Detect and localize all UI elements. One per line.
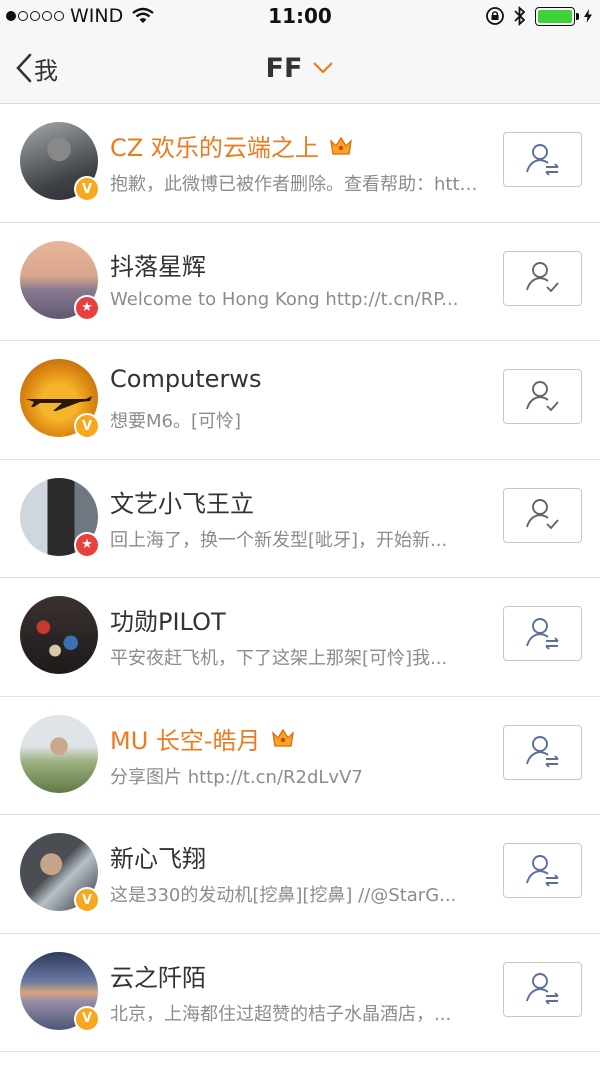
list-item[interactable]: MU 长空-皓月 分享图片 http://t.cn/R2dLvV7 [0,697,600,815]
following-button[interactable] [503,250,582,306]
list-item[interactable]: V 云之阡陌 北京，上海都住过超赞的桔子水晶酒店，... [0,934,600,1052]
mutual-follow-button[interactable] [503,606,582,661]
star-badge-icon: ★ [74,294,100,321]
star-badge-icon: ★ [74,531,100,558]
user-description: 北京，上海都住过超赞的桔子水晶酒店，... [110,1003,452,1025]
avatar[interactable] [20,596,98,674]
rotation-lock-icon [486,7,504,25]
battery-icon [535,6,579,26]
following-icon [525,499,559,530]
following-icon [525,380,559,411]
user-name[interactable]: 文艺小飞王立 [110,484,254,519]
user-name[interactable]: 新心飞翔 [110,839,206,874]
chevron-down-icon [313,62,334,74]
avatar[interactable] [20,714,98,793]
list-item[interactable]: ★ 抖落星辉 Welcome to Hong Kong http://t.cn/… [0,223,600,341]
verified-badge-icon: V [74,176,100,202]
status-bar: WIND 11:00 [0,0,600,34]
user-description: Welcome to Hong Kong http://t.cn/RP... [110,288,459,310]
mutual-follow-button[interactable] [503,132,582,187]
charging-icon [584,9,592,23]
following-button[interactable] [503,369,582,424]
user-description: 想要M6。[可怜] [110,411,242,432]
mutual-follow-icon [525,736,559,768]
mutual-follow-icon [525,143,559,176]
group-selector[interactable]: FF [0,48,600,88]
user-name[interactable]: 功勋PILOT [110,602,226,637]
list-item[interactable]: 功勋PILOT 平安夜赶飞机，下了这架上那架[可怜]我... [0,578,600,697]
following-icon [525,262,559,293]
user-description: 这是330的发动机[挖鼻][挖鼻] //@StarG... [110,885,457,906]
vip-crown-icon [329,136,352,155]
user-description: 回上海了，换一个新发型[呲牙]，开始新... [110,529,448,551]
mutual-follow-button[interactable] [503,843,582,898]
mutual-follow-button[interactable] [503,961,582,1017]
list-item[interactable]: V CZ 欢乐的云端之上 抱歉，此微博已被作者删除。查看帮助：http://t.… [0,104,600,223]
vip-crown-icon [271,728,294,747]
user-list: V CZ 欢乐的云端之上 抱歉，此微博已被作者删除。查看帮助：http://t.… [0,104,600,1052]
list-item[interactable]: V Computerws 想要M6。[可怜] [0,341,600,460]
following-button[interactable] [503,487,582,543]
user-description: 平安夜赶飞机，下了这架上那架[可怜]我... [110,648,448,669]
user-name[interactable]: Computerws [110,365,261,393]
mutual-follow-icon [525,973,559,1005]
user-description: 分享图片 http://t.cn/R2dLvV7 [110,766,363,788]
verified-badge-icon: V [74,887,100,913]
page-title: FF [265,52,303,84]
user-name[interactable]: 云之阡陌 [110,958,206,993]
list-item[interactable]: ★ 文艺小飞王立 回上海了，换一个新发型[呲牙]，开始新... [0,460,600,578]
mutual-follow-button[interactable] [503,724,582,780]
user-description: 抱歉，此微博已被作者删除。查看帮助：http://t.cn/... [110,174,480,195]
list-item[interactable]: V 新心飞翔 这是330的发动机[挖鼻][挖鼻] //@StarG... [0,815,600,934]
verified-badge-icon: V [74,1005,100,1032]
user-name[interactable]: CZ 欢乐的云端之上 [110,128,353,163]
top-bar: WIND 11:00 我 FF [0,0,600,104]
verified-badge-icon: V [74,413,100,439]
user-name[interactable]: 抖落星辉 [110,247,206,282]
user-name[interactable]: MU 长空-皓月 [110,721,295,756]
bluetooth-icon [514,6,526,26]
mutual-follow-icon [525,854,559,887]
mutual-follow-icon [525,617,559,650]
